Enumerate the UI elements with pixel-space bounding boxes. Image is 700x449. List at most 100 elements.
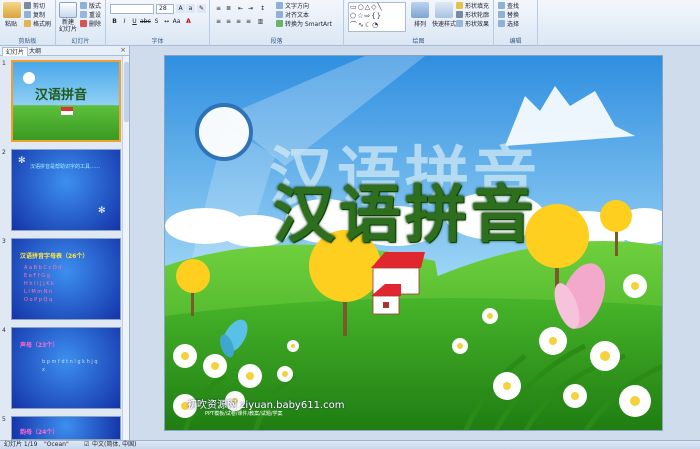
font-name-combo[interactable] <box>110 4 154 14</box>
columns-icon[interactable]: ▥ <box>256 17 265 26</box>
change-case-icon[interactable]: Aa <box>172 17 181 26</box>
copy-icon <box>24 11 31 18</box>
char-spacing-icon[interactable]: ↔ <box>162 17 171 26</box>
drawing-group: ▭○△◇╲ ⬠☆⇨{} ⌒∿☾◔ 排列 快速样式 形状填充 形状轮廓 形状效果 绘图 <box>344 0 494 46</box>
clipboard-label: 剪贴板 <box>18 38 37 45</box>
thumb-title: 汉语拼音字母表（26个） <box>20 253 89 260</box>
thumb-row: L l M m N n <box>24 289 53 295</box>
underline-icon[interactable]: U <box>130 17 139 26</box>
shrink-font-icon[interactable]: a <box>186 4 195 13</box>
thumb-row: O o P p Q q <box>24 297 53 303</box>
arrange-button[interactable]: 排列 <box>410 2 430 28</box>
brush-icon <box>24 20 31 27</box>
smartart-button[interactable]: 转换为 SmartArt <box>276 20 332 29</box>
new-slide-icon <box>59 2 77 18</box>
find-icon <box>498 2 505 9</box>
paste-icon <box>3 2 21 18</box>
font-size-combo[interactable]: 28 <box>156 4 174 14</box>
numbering-icon[interactable]: ≣ <box>224 4 233 13</box>
thumb-number: 4 <box>2 327 6 334</box>
thumb-number: 5 <box>2 416 6 423</box>
text-direction-button[interactable]: 文字方向 <box>276 2 309 11</box>
shape-outline-button[interactable]: 形状轮廓 <box>456 11 489 20</box>
cut-button[interactable]: 剪切 <box>24 2 45 11</box>
slide-title[interactable]: 汉语拼音 <box>273 164 537 254</box>
thumb-title: 韵母（24个） <box>20 429 59 436</box>
thumb-image: 韵母（24个） <box>11 416 121 440</box>
text-direction-icon <box>276 2 283 9</box>
close-panel-icon[interactable]: × <box>120 46 126 54</box>
tab-outline[interactable]: 大纲 <box>26 47 44 56</box>
align-text-button[interactable]: 对齐文本 <box>276 11 309 20</box>
footer-main: 初吹资源网 ziyuan.baby611.com <box>187 400 345 411</box>
delete-slide-button[interactable]: 删除 <box>80 20 101 29</box>
reset-button[interactable]: 重设 <box>80 11 101 20</box>
replace-icon <box>498 11 505 18</box>
align-left-icon[interactable]: ≡ <box>214 17 223 26</box>
paste-button[interactable]: 粘贴 <box>3 2 21 28</box>
shape-fill-button[interactable]: 形状填充 <box>456 2 489 11</box>
smartart-icon <box>276 20 283 27</box>
thumb-image: 汉语拼音字母表（26个） A a B b C c D d E e F f G g… <box>11 238 121 320</box>
thumb-body: b p m f d t n l g k h j q x <box>42 359 98 373</box>
editing-label: 编辑 <box>509 38 522 45</box>
scissors-icon <box>24 2 31 9</box>
clear-format-icon[interactable]: ✎ <box>197 4 206 13</box>
panel-tabs: 幻灯片 大纲 × <box>0 46 129 56</box>
justify-icon[interactable]: ≡ <box>244 17 253 26</box>
slide-editor: 汉语拼音 汉语拼音 初吹资源网 ziyuan.baby611.com PPT模板… <box>131 46 700 440</box>
footer-sub: PPT模板/试卷/课件/教案/试题/学案 <box>205 411 283 417</box>
thumb-image: 声母（23个） b p m f d t n l g k h j q x <box>11 327 121 409</box>
italic-icon[interactable]: I <box>120 17 129 26</box>
shapes-gallery[interactable]: ▭○△◇╲ ⬠☆⇨{} ⌒∿☾◔ <box>348 2 406 32</box>
fill-icon <box>456 2 463 9</box>
format-painter-button[interactable]: 格式刷 <box>24 20 51 29</box>
thumb-row: H h I i J j K k <box>24 281 54 287</box>
thumb-number: 3 <box>2 238 6 245</box>
editing-group: 查找 替换 选择 编辑 <box>494 0 538 46</box>
font-group: 28 A a ✎ B I U abc S ↔ Aa A 字体 <box>106 0 210 46</box>
thumb-title: 声母（23个） <box>20 342 59 349</box>
decrease-indent-icon[interactable]: ⇤ <box>236 4 245 13</box>
align-center-icon[interactable]: ≡ <box>224 17 233 26</box>
shadow-icon[interactable]: S <box>152 17 161 26</box>
current-slide[interactable]: 汉语拼音 汉语拼音 初吹资源网 ziyuan.baby611.com PPT模板… <box>164 55 663 431</box>
select-button[interactable]: 选择 <box>498 20 519 29</box>
increase-indent-icon[interactable]: ⇥ <box>246 4 255 13</box>
thumb-row: A a B b C c D d <box>24 265 62 271</box>
thumb-image: 汉语拼音是帮助识字的工具…… ✻ ✻ <box>11 149 121 231</box>
outline-icon <box>456 11 463 18</box>
replace-button[interactable]: 替换 <box>498 11 519 20</box>
line-spacing-icon[interactable]: ↕ <box>258 4 267 13</box>
bullets-icon[interactable]: ≡ <box>214 4 223 13</box>
bold-icon[interactable]: B <box>110 17 119 26</box>
thumb-number: 2 <box>2 149 6 156</box>
ribbon: 粘贴 剪切 复制 格式刷 剪贴板 新建 幻灯片 版式 重设 删除 幻灯片 28 … <box>0 0 700 46</box>
quick-styles-button[interactable]: 快速样式 <box>432 2 456 28</box>
thumb-house <box>61 107 73 115</box>
slides-panel: 幻灯片 大纲 × 1 汉语拼音 2 汉语拼音是帮助识字的工具…… ✻ ✻ 3 汉… <box>0 46 130 440</box>
theme-name: "Ocean" <box>44 441 69 448</box>
align-right-icon[interactable]: ≡ <box>234 17 243 26</box>
paragraph-group: ≡ ≣ ⇤ ⇥ ↕ ≡ ≡ ≡ ≡ ▥ 文字方向 对齐文本 转换为 SmartA… <box>210 0 344 46</box>
copy-button[interactable]: 复制 <box>24 11 45 20</box>
select-icon <box>498 20 505 27</box>
snowflake-icon: ✻ <box>18 156 26 166</box>
find-button[interactable]: 查找 <box>498 2 519 11</box>
strikethrough-icon[interactable]: abc <box>140 17 151 26</box>
snowflake-icon: ✻ <box>98 206 106 216</box>
panel-scrollbar[interactable] <box>122 56 129 440</box>
tab-slides[interactable]: 幻灯片 <box>2 47 29 56</box>
font-color-icon[interactable]: A <box>184 17 193 26</box>
new-slide-button[interactable]: 新建 幻灯片 <box>59 2 77 33</box>
layout-button[interactable]: 版式 <box>80 2 101 11</box>
effects-icon <box>456 20 463 27</box>
align-text-icon <box>276 11 283 18</box>
thumb-title: 汉语拼音 <box>35 88 88 103</box>
shape-effects-button[interactable]: 形状效果 <box>456 20 489 29</box>
scroll-thumb[interactable] <box>124 62 129 122</box>
font-label: 字体 <box>151 38 164 45</box>
delete-icon <box>80 20 87 27</box>
grow-font-icon[interactable]: A <box>176 4 185 13</box>
language[interactable]: 中文(简体, 中国) <box>92 441 137 449</box>
